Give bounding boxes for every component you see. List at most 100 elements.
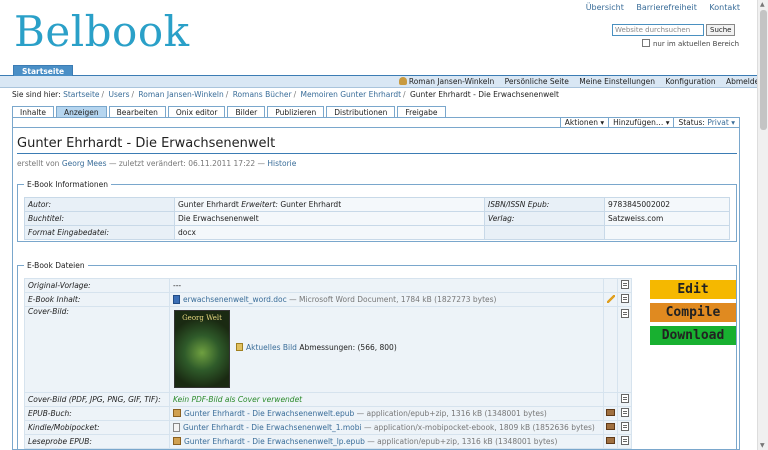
edit-cell xyxy=(603,434,618,449)
history-icon[interactable] xyxy=(620,436,629,445)
info-value: docx xyxy=(174,225,485,240)
tab-bilder[interactable]: Bilder xyxy=(227,106,266,117)
history-icon[interactable] xyxy=(620,422,629,431)
configuration-link[interactable]: Konfiguration xyxy=(665,77,715,86)
history-cell xyxy=(617,292,632,307)
package-icon[interactable] xyxy=(606,423,615,430)
cover-image[interactable]: Georg Welt xyxy=(174,310,230,388)
table-row: EPUB-Buch: Gunter Ehrhardt - Die Erwachs… xyxy=(24,406,632,421)
package-icon[interactable] xyxy=(606,409,615,416)
link-barrierefreiheit[interactable]: Barrierefreiheit xyxy=(636,3,696,12)
ebook-files-legend: E-Book Dateien xyxy=(27,261,85,270)
ebook-files-fieldset: E-Book Dateien Original-Vorlage: --- E-B… xyxy=(17,261,737,450)
tab-anzeigen[interactable]: Anzeigen xyxy=(55,106,107,117)
epub-icon xyxy=(173,437,181,445)
status-menu[interactable]: Status: Privat ▾ xyxy=(673,118,739,127)
personal-bar: Roman Jansen-Winkeln Persönliche Seite M… xyxy=(0,76,768,88)
table-row: Cover-Bild (PDF, JPG, PNG, GIF, TIF): Ke… xyxy=(24,392,632,407)
file-link[interactable]: Gunter Ehrhardt - Die Erwachsenenwelt_1.… xyxy=(183,423,362,432)
history-icon[interactable] xyxy=(620,294,629,303)
tab-inhalte[interactable]: Inhalte xyxy=(12,106,54,117)
file-link[interactable]: Gunter Ehrhardt - Die Erwachsenenwelt.ep… xyxy=(184,409,354,418)
add-menu[interactable]: Hinzufügen… ▾ xyxy=(608,118,673,127)
breadcrumb-item[interactable]: Romans Bücher xyxy=(233,90,292,99)
history-icon[interactable] xyxy=(620,408,629,417)
breadcrumb-separator: / xyxy=(101,90,105,99)
file-value: --- xyxy=(169,278,604,293)
ebook-files-table: Original-Vorlage: --- E-Book Inhalt: erw… xyxy=(24,278,632,449)
scroll-up-icon[interactable]: ▲ xyxy=(760,1,765,8)
breadcrumb-item[interactable]: Startseite xyxy=(63,90,99,99)
search-scope: nur im aktuellen Bereich xyxy=(642,39,739,48)
scrollbar-thumb[interactable] xyxy=(760,10,767,130)
search-scope-checkbox[interactable] xyxy=(642,39,650,47)
table-row: Format Eingabedatei: docx xyxy=(24,225,730,240)
search-scope-label: nur im aktuellen Bereich xyxy=(653,40,740,48)
breadcrumb-item[interactable]: Users xyxy=(108,90,129,99)
breadcrumb-item[interactable]: Memoiren Gunter Ehrhardt xyxy=(301,90,402,99)
my-settings-link[interactable]: Meine Einstellungen xyxy=(579,77,655,86)
tab-onix-editor[interactable]: Onix editor xyxy=(167,106,226,117)
personal-user[interactable]: Roman Jansen-Winkeln xyxy=(398,77,494,86)
extended-value: Gunter Ehrhardt xyxy=(280,200,342,209)
history-icon[interactable] xyxy=(620,280,629,289)
author-link[interactable]: Georg Mees xyxy=(62,159,107,168)
table-row: Autor: Gunter Ehrhardt Erweitert: Gunter… xyxy=(24,197,730,212)
extended-label: Erweitert: xyxy=(241,200,278,209)
actions-menu[interactable]: Aktionen ▾ xyxy=(559,118,608,127)
package-icon[interactable] xyxy=(606,437,615,444)
search-button[interactable]: Suche xyxy=(706,24,736,36)
byline-created: erstellt von xyxy=(17,159,60,168)
content-area: Gunter Ehrhardt - Die Erwachsenenwelt er… xyxy=(12,127,740,450)
info-value: Satzweiss.com xyxy=(604,211,730,226)
cover-info: Aktuelles Bild Abmessungen: (566, 800) xyxy=(236,343,397,352)
history-icon[interactable] xyxy=(620,309,629,318)
history-cell xyxy=(617,306,632,393)
personal-page-link[interactable]: Persönliche Seite xyxy=(505,77,569,86)
cover-image-text: Georg Welt xyxy=(182,314,222,322)
search-input[interactable]: Website durchsuchen xyxy=(612,24,704,36)
main-tabs: Startseite xyxy=(0,64,768,77)
edit-cell xyxy=(603,278,618,293)
history-cell xyxy=(617,406,632,421)
history-cell xyxy=(617,420,632,435)
file-link[interactable]: erwachsenenwelt_word.doc xyxy=(183,295,287,304)
current-image-link[interactable]: Aktuelles Bild xyxy=(246,343,297,352)
edit-cell xyxy=(603,392,618,407)
file-value: Gunter Ehrhardt - Die Erwachsenenwelt_1.… xyxy=(169,420,604,435)
info-value: Die Erwachsenenwelt xyxy=(174,211,485,226)
edit-cell xyxy=(603,306,618,393)
info-value: Gunter Ehrhardt Erweitert: Gunter Ehrhar… xyxy=(174,197,485,212)
vertical-scrollbar[interactable]: ▲ ▼ xyxy=(757,0,768,450)
breadcrumb-prefix: Sie sind hier: xyxy=(12,90,61,99)
file-meta: — Microsoft Word Document, 1784 kB (1827… xyxy=(289,295,497,304)
byline-modified: — zuletzt verändert: 06.11.2011 17:22 — xyxy=(108,159,266,168)
word-doc-icon xyxy=(173,295,180,304)
scroll-down-icon[interactable]: ▼ xyxy=(760,442,765,449)
file-link[interactable]: Gunter Ehrhardt - Die Erwachsenenwelt_lp… xyxy=(184,437,365,446)
download-button[interactable]: Download xyxy=(650,326,736,345)
link-kontakt[interactable]: Kontakt xyxy=(709,3,740,12)
info-label xyxy=(484,225,605,240)
history-icon[interactable] xyxy=(620,394,629,403)
history-link[interactable]: Historie xyxy=(267,159,296,168)
compile-button[interactable]: Compile xyxy=(650,303,736,322)
history-cell xyxy=(617,278,632,293)
byline: erstellt von Georg Mees — zuletzt veränd… xyxy=(17,159,296,168)
breadcrumb: Sie sind hier: Startseite / Users / Roman … xyxy=(12,90,559,99)
link-uebersicht[interactable]: Übersicht xyxy=(586,3,624,12)
file-value: Gunter Ehrhardt - Die Erwachsenenwelt_lp… xyxy=(169,434,604,449)
tab-publizieren[interactable]: Publizieren xyxy=(267,106,325,117)
tab-bearbeiten[interactable]: Bearbeiten xyxy=(108,106,166,117)
tab-freigabe[interactable]: Freigabe xyxy=(397,106,446,117)
edit-button[interactable]: Edit xyxy=(650,280,736,299)
edit-cell xyxy=(603,420,618,435)
pencil-icon[interactable] xyxy=(606,294,615,303)
status-value: Privat ▾ xyxy=(707,118,735,127)
breadcrumb-item[interactable]: Roman Jansen-Winkeln xyxy=(138,90,223,99)
info-label: Buchtitel: xyxy=(24,211,175,226)
file-label: Cover-Bild: xyxy=(24,306,170,393)
tab-distributionen[interactable]: Distributionen xyxy=(326,106,396,117)
site-logo[interactable]: Belbook xyxy=(14,6,190,58)
info-value xyxy=(604,225,730,240)
